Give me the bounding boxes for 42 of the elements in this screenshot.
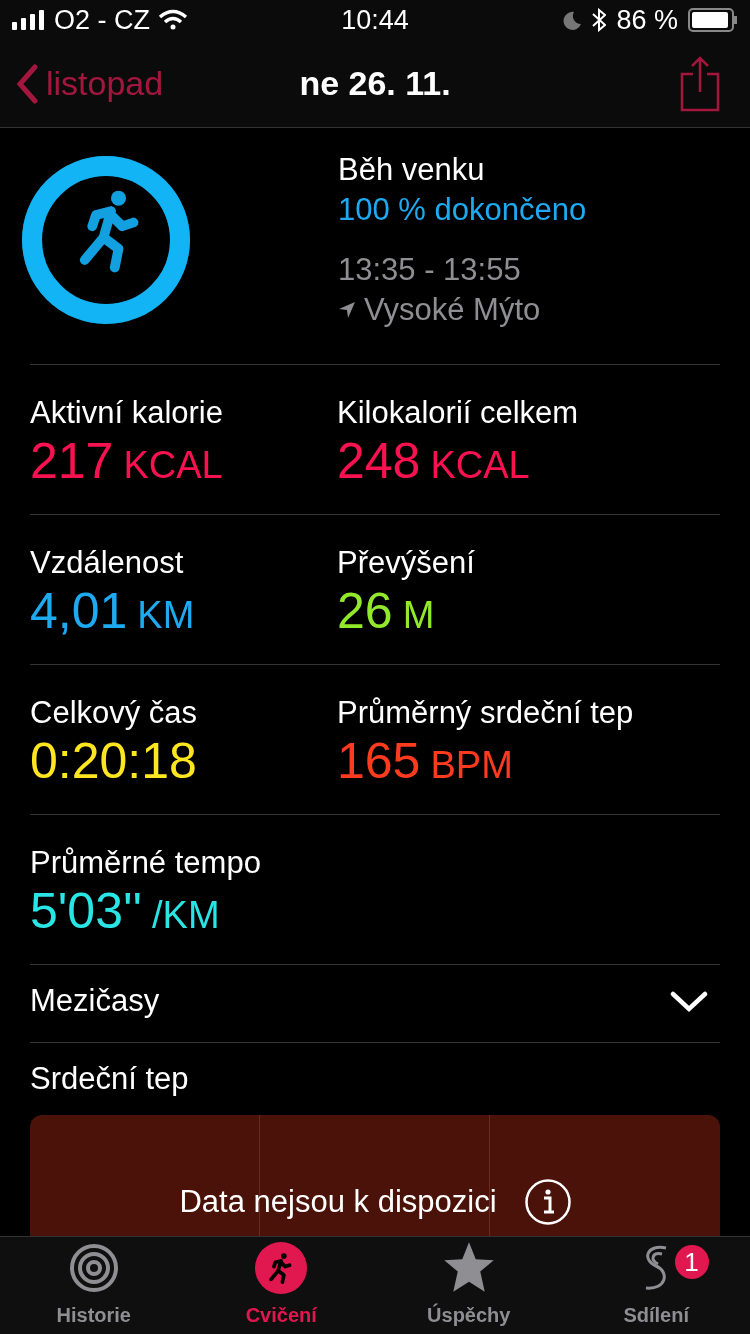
tab[interactable]: Sdílení 1 [562,1237,750,1334]
metric-label: Celkový čas [30,694,199,732]
battery-icon [688,8,738,32]
splits-label: Mezičasy [30,982,160,1021]
metric-value: 0:20:18 [30,733,198,789]
heart-rate-label: Srdeční tep [30,1059,189,1098]
no-data-text: Data nejsou k dispozici [179,1183,497,1221]
runner-icon [255,1242,308,1294]
metric-value: 26 M [337,583,436,641]
notification-badge: 1 [674,1245,709,1279]
time-range: 13:35 - 13:55 [338,251,522,289]
metric-label: Kilokalorií celkem [337,394,580,432]
completion-text: 100 % dokončeno [338,191,587,229]
metric-label: Převýšení [337,544,476,582]
carrier-text: O2 - CZ [54,3,150,37]
info-icon[interactable] [524,1179,571,1226]
tab[interactable]: Historie [0,1237,188,1334]
metric-value: 217 KCAL [30,433,224,491]
bluetooth-icon [592,8,607,32]
chevron-down-icon[interactable] [670,990,708,1013]
chevron-left-icon [16,63,38,104]
metric-label: Vzdálenost [30,544,185,582]
share-icon[interactable] [680,55,720,112]
signal-icon [12,10,46,30]
metric-value: 4,01 KM [30,583,196,641]
tab[interactable]: Cvičení [187,1237,375,1334]
metric-label: Průměrný srdeční tep [337,694,635,732]
metric-label: Průměrné tempo [30,844,262,882]
battery-text: 86 % [616,3,678,37]
metric-value: 248 KCAL [337,433,531,491]
nav-title: ne 26. 11. [299,63,451,104]
wifi-icon [158,9,188,31]
metric-value: 5'03'' /KM [30,883,221,941]
metric-label: Aktivní kalorie [30,394,224,432]
location-arrow-icon [338,301,356,319]
rings-icon [67,1242,120,1294]
workout-name: Běh venku [338,151,486,189]
location-text: Vysoké Mýto [364,291,541,329]
clock-text: 10:44 [341,3,409,37]
metric-value: 165 BPM [337,733,514,791]
moon-icon [562,10,583,30]
tab[interactable]: Úspěchy [375,1237,563,1334]
